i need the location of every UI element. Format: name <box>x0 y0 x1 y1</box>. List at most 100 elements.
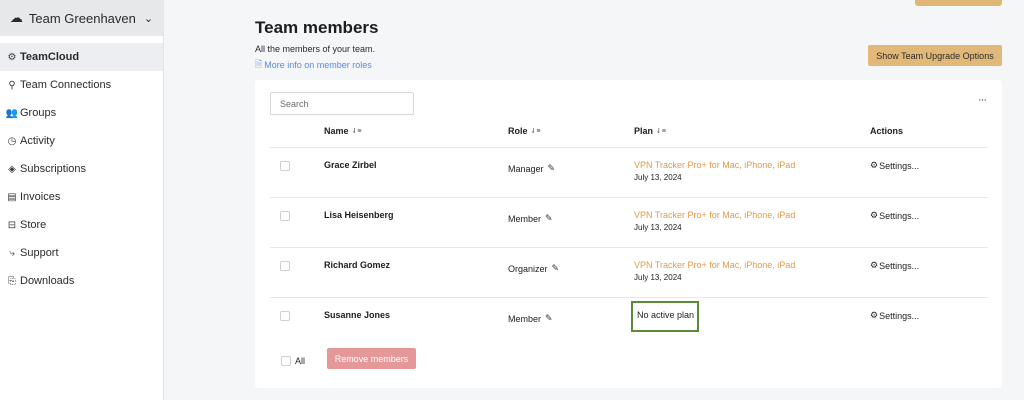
select-all-checkbox[interactable] <box>281 356 291 366</box>
pencil-icon[interactable]: ✎ <box>552 263 560 274</box>
gear-icon: ⚙ <box>870 310 879 320</box>
table-row: Susanne Jones Member ✎ No active plan ⚙ … <box>270 297 988 347</box>
team-upgrade-button[interactable]: Show Team Upgrade Options <box>868 45 1002 66</box>
select-all-label: All <box>295 356 306 366</box>
role-label: Member <box>508 213 542 224</box>
settings-button[interactable]: ⚙ Settings... <box>870 310 919 321</box>
column-header-actions: Actions <box>870 126 903 136</box>
sort-icon: ⇃≡ <box>351 128 362 135</box>
sidebar-item-invoices[interactable]: ▤ Invoices <box>0 183 163 211</box>
download-icon: ⎘ <box>8 275 16 287</box>
gear-icon: ⚙ <box>870 260 879 270</box>
more-info-link[interactable]: 🗎 More info on member roles <box>255 57 372 73</box>
sidebar-item-label: Store <box>20 219 47 231</box>
pencil-icon[interactable]: ✎ <box>545 313 553 324</box>
settings-label: Settings... <box>879 310 920 321</box>
sidebar-item-label: Team Connections <box>20 79 112 91</box>
sidebar-nav: ⚙ TeamCloud ⚲ Team Connections 👥 Groups … <box>0 43 163 295</box>
plan-link[interactable]: VPN Tracker Pro+ for Mac, iPhone, iPad <box>634 260 795 270</box>
settings-button[interactable]: ⚙ Settings... <box>870 210 919 221</box>
sidebar-item-label: Activity <box>20 135 55 147</box>
role-label: Organizer <box>508 263 548 274</box>
sidebar-item-subscriptions[interactable]: ◈ Subscriptions <box>0 155 163 183</box>
sidebar-item-groups[interactable]: 👥 Groups <box>0 99 163 127</box>
no-plan-label: No active plan <box>631 301 699 332</box>
team-switcher[interactable]: ☁ Team Greenhaven ⌄ <box>0 0 163 36</box>
more-options-icon[interactable]: ··· <box>978 94 987 106</box>
member-role: Manager ✎ <box>508 163 555 174</box>
sidebar-item-label: Subscriptions <box>20 163 87 175</box>
search-input[interactable] <box>270 92 414 115</box>
top-action-button-edge[interactable] <box>915 0 1002 6</box>
sort-icon: ⇃≡ <box>530 128 541 135</box>
plan-link[interactable]: VPN Tracker Pro+ for Mac, iPhone, iPad <box>634 160 795 170</box>
clock-icon: ◷ <box>7 135 17 147</box>
member-name: Lisa Heisenberg <box>324 210 394 220</box>
layers-icon: ◈ <box>8 163 16 175</box>
settings-label: Settings... <box>879 160 920 171</box>
settings-button[interactable]: ⚙ Settings... <box>870 160 919 171</box>
sidebar-item-label: TeamCloud <box>20 51 80 63</box>
column-label: Plan <box>634 126 654 136</box>
table-row: Lisa Heisenberg Member ✎ VPN Tracker Pro… <box>270 197 988 247</box>
plan-date: July 13, 2024 <box>634 173 682 182</box>
cloud-icon: ☁ <box>9 10 23 25</box>
support-icon: ⤷ <box>9 247 15 259</box>
gear-icon: ⚙ <box>870 210 879 220</box>
row-checkbox[interactable] <box>280 311 290 321</box>
pencil-icon[interactable]: ✎ <box>548 163 556 174</box>
remove-members-button[interactable]: Remove members <box>327 348 416 369</box>
member-role: Member ✎ <box>508 213 553 224</box>
plan-date: July 13, 2024 <box>634 223 682 232</box>
sidebar-item-label: Invoices <box>20 191 61 203</box>
connections-icon: ⚲ <box>8 79 16 91</box>
member-role: Member ✎ <box>508 313 553 324</box>
member-role: Organizer ✎ <box>508 263 559 274</box>
column-label: Name <box>324 126 349 136</box>
pencil-icon[interactable]: ✎ <box>545 213 553 224</box>
sidebar-item-activity[interactable]: ◷ Activity <box>0 127 163 155</box>
sidebar-item-teamcloud[interactable]: ⚙ TeamCloud <box>0 43 163 71</box>
member-name: Grace Zirbel <box>324 160 377 170</box>
column-header-name[interactable]: Name ⇃≡ <box>324 126 361 136</box>
sidebar-item-label: Downloads <box>20 275 75 287</box>
member-name: Susanne Jones <box>324 310 391 320</box>
page-title: Team members <box>255 18 379 37</box>
more-info-label: More info on member roles <box>264 60 372 70</box>
chevron-down-icon: ⌄ <box>143 12 154 25</box>
sidebar-item-team-connections[interactable]: ⚲ Team Connections <box>0 71 163 99</box>
sidebar-item-label: Groups <box>20 107 57 119</box>
sidebar-item-label: Support <box>20 247 59 259</box>
page-subtitle: All the members of your team. <box>255 44 376 54</box>
sidebar-item-support[interactable]: ⤷ Support <box>0 239 163 267</box>
row-checkbox[interactable] <box>280 211 290 221</box>
settings-button[interactable]: ⚙ Settings... <box>870 260 919 271</box>
row-checkbox[interactable] <box>280 161 290 171</box>
role-label: Member <box>508 313 542 324</box>
column-label: Actions <box>870 126 904 136</box>
column-header-role[interactable]: Role ⇃≡ <box>508 126 540 136</box>
sidebar: ☁ Team Greenhaven ⌄ ⚙ TeamCloud ⚲ Team C… <box>0 0 164 400</box>
table-row: Grace Zirbel Manager ✎ VPN Tracker Pro+ … <box>270 147 988 197</box>
column-header-plan[interactable]: Plan ⇃≡ <box>634 126 666 136</box>
document-icon: 🗎 <box>255 59 263 69</box>
team-name: Team Greenhaven <box>28 10 136 26</box>
sidebar-item-downloads[interactable]: ⎘ Downloads <box>0 267 163 295</box>
plan-date: July 13, 2024 <box>634 273 682 282</box>
gear-icon: ⚙ <box>7 51 17 63</box>
settings-label: Settings... <box>879 210 920 221</box>
members-card: ··· Name ⇃≡ Role ⇃≡ Plan ⇃≡ Actions Grac… <box>255 80 1002 388</box>
column-label: Role <box>508 126 528 136</box>
sort-icon: ⇃≡ <box>656 128 666 135</box>
settings-label: Settings... <box>879 260 920 271</box>
member-name: Richard Gomez <box>324 260 391 270</box>
invoice-icon: ▤ <box>7 191 17 203</box>
gear-icon: ⚙ <box>870 160 879 170</box>
plan-link[interactable]: VPN Tracker Pro+ for Mac, iPhone, iPad <box>634 210 795 220</box>
cart-icon: ⊟ <box>7 219 17 231</box>
sidebar-item-store[interactable]: ⊟ Store <box>0 211 163 239</box>
row-checkbox[interactable] <box>280 261 290 271</box>
role-label: Manager <box>508 163 544 174</box>
groups-icon: 👥 <box>5 107 19 119</box>
table-row: Richard Gomez Organizer ✎ VPN Tracker Pr… <box>270 247 988 297</box>
